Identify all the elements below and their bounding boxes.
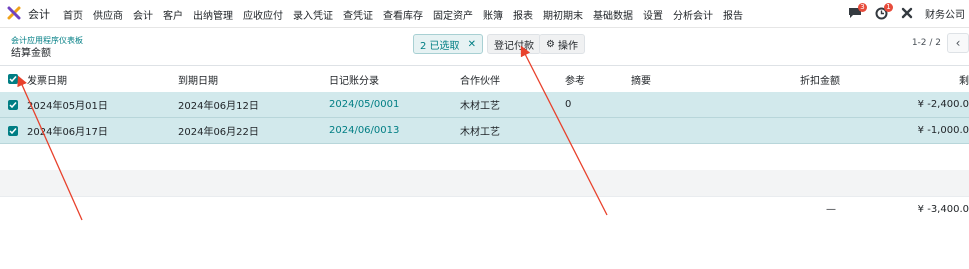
pager-previous-button[interactable]: ‹ (947, 33, 969, 53)
menu-analytic-accounting[interactable]: 分析会计 (673, 7, 713, 22)
accounting-app-icon[interactable] (7, 6, 21, 20)
menu-enter-voucher[interactable]: 录入凭证 (293, 7, 333, 22)
column-residual[interactable]: 剩 (959, 72, 969, 87)
chat-count-badge: 3 (858, 3, 867, 12)
systray: 3 1 财务公司 (847, 3, 969, 21)
menu-fixed-assets[interactable]: 固定资产 (433, 7, 473, 22)
company-switcher[interactable]: 财务公司 (925, 6, 965, 21)
select-all-checkbox[interactable] (8, 74, 18, 84)
menu-period-open-close[interactable]: 期初期末 (543, 7, 583, 22)
menu-vendors[interactable]: 供应商 (93, 7, 123, 22)
table-row[interactable]: 2024年05月01日 2024年06月12日 2024/05/0001 木材工… (0, 92, 969, 118)
chevron-left-icon: ‹ (955, 36, 961, 50)
top-navbar: 会计 首页 供应商 会计 客户 出纳管理 应收应付 录入凭证 查凭证 查看库存 … (0, 0, 969, 28)
table-header: 发票日期 到期日期 日记账分录 合作伙伴 参考 摘要 折扣金额 剩 (0, 65, 969, 93)
menu-cashier[interactable]: 出纳管理 (193, 7, 233, 22)
table-footer-totals: — ¥ -3,400.0 (0, 197, 969, 221)
pager-value[interactable]: 1-2 / 2 (912, 38, 941, 48)
column-discount-amount[interactable]: 折扣金额 (800, 72, 840, 87)
menu-receivables-payables[interactable]: 应收应付 (243, 7, 283, 22)
column-reference[interactable]: 参考 (565, 72, 585, 87)
menu-ledgers[interactable]: 账簿 (483, 7, 503, 22)
tools-icon[interactable] (899, 5, 915, 21)
empty-row (0, 144, 969, 171)
register-payment-label: 登记付款 (494, 40, 534, 52)
menu-reporting[interactable]: 报告 (723, 7, 743, 22)
column-partner[interactable]: 合作伙伴 (460, 72, 500, 87)
partner: 木材工艺 (460, 101, 500, 112)
partner: 木材工艺 (460, 127, 500, 138)
row-checkbox[interactable] (8, 125, 18, 136)
table-row[interactable]: 2024年06月17日 2024年06月22日 2024/06/0013 木材工… (0, 118, 969, 144)
menu-accounting[interactable]: 会计 (133, 7, 153, 22)
residual-amount: ¥ -1,000.0 (917, 125, 969, 136)
menu-home[interactable]: 首页 (63, 7, 83, 22)
menu-reports[interactable]: 报表 (513, 7, 533, 22)
selection-indicator: 2 已选取 ✕ (413, 34, 483, 54)
journal-entry-link[interactable]: 2024/05/0001 (329, 99, 399, 110)
menu-view-inventory[interactable]: 查看库存 (383, 7, 423, 22)
selected-count: 2 已选取 (420, 40, 460, 52)
residual-amount: ¥ -2,400.0 (917, 99, 969, 110)
residual-total: ¥ -3,400.0 (917, 203, 969, 215)
due-date: 2024年06月12日 (178, 101, 259, 112)
column-invoice-date[interactable]: 发票日期 (27, 72, 67, 87)
invoice-date: 2024年06月17日 (27, 127, 108, 138)
main-menu: 首页 供应商 会计 客户 出纳管理 应收应付 录入凭证 查凭证 查看库存 固定资… (63, 7, 753, 22)
invoice-date: 2024年05月01日 (27, 101, 108, 112)
discount-total: — (826, 203, 836, 215)
column-memo[interactable]: 摘要 (631, 72, 651, 87)
clock-icon[interactable]: 1 (873, 3, 893, 21)
clear-selection-icon[interactable]: ✕ (468, 39, 476, 50)
reference: 0 (565, 99, 572, 110)
menu-master-data[interactable]: 基础数据 (593, 7, 633, 22)
register-payment-button[interactable]: 登记付款 (487, 34, 541, 54)
menu-customers[interactable]: 客户 (163, 7, 183, 22)
gear-icon: ⚙ (546, 38, 555, 50)
journal-entry-link[interactable]: 2024/06/0013 (329, 125, 399, 136)
row-checkbox[interactable] (8, 99, 18, 110)
page-title: 结算金额 (11, 48, 51, 59)
menu-search-voucher[interactable]: 查凭证 (343, 7, 373, 22)
column-journal-entry[interactable]: 日记账分录 (329, 72, 379, 87)
due-date: 2024年06月22日 (178, 127, 259, 138)
empty-row (0, 170, 969, 197)
chat-icon[interactable]: 3 (847, 3, 867, 21)
menu-settings[interactable]: 设置 (643, 7, 663, 22)
column-due-date[interactable]: 到期日期 (178, 72, 218, 87)
activity-count-badge: 1 (884, 3, 893, 12)
actions-label: 操作 (557, 40, 578, 52)
app-name[interactable]: 会计 (28, 6, 50, 22)
actions-button[interactable]: ⚙ 操作 (539, 34, 585, 54)
